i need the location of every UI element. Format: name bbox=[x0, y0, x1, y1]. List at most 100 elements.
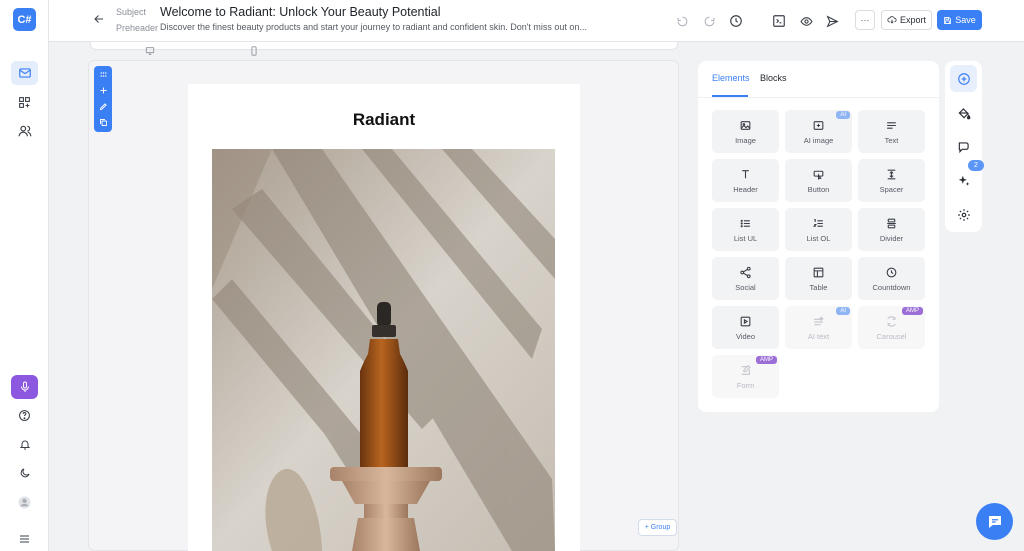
tab-blocks[interactable]: Blocks bbox=[760, 73, 787, 83]
export-button[interactable]: Export bbox=[881, 10, 932, 30]
podcast-icon[interactable] bbox=[11, 375, 38, 399]
header-icon bbox=[739, 168, 752, 181]
tile-label: AI text bbox=[807, 331, 830, 341]
email-title[interactable]: Radiant bbox=[188, 110, 580, 130]
avatar[interactable] bbox=[11, 490, 38, 514]
cloud-download-icon bbox=[887, 15, 897, 25]
divider-icon bbox=[885, 217, 898, 230]
block-toolbar bbox=[94, 66, 112, 132]
chat-icon[interactable] bbox=[950, 133, 977, 160]
tile-label: Video bbox=[735, 331, 756, 341]
send-icon[interactable] bbox=[822, 11, 842, 31]
grid-add-icon[interactable] bbox=[11, 90, 38, 114]
element-tile-table[interactable]: Table bbox=[785, 257, 852, 300]
save-button[interactable]: Save bbox=[937, 10, 982, 30]
element-tile-image[interactable]: Image bbox=[712, 110, 779, 153]
history-icon[interactable] bbox=[726, 11, 746, 31]
left-sidebar: C# bbox=[0, 0, 49, 551]
notification-badge: 2 bbox=[968, 160, 984, 171]
users-icon[interactable] bbox=[11, 119, 38, 143]
right-rail bbox=[945, 61, 982, 232]
sparkle-icon[interactable] bbox=[950, 167, 977, 194]
bell-icon[interactable] bbox=[11, 432, 38, 456]
element-tile-list-ul[interactable]: List UL bbox=[712, 208, 779, 251]
duplicate-icon[interactable] bbox=[94, 114, 112, 130]
element-tile-carousel[interactable]: Carousel AMP bbox=[858, 306, 925, 349]
tile-label: Countdown bbox=[872, 282, 911, 292]
ai-image-icon bbox=[812, 119, 825, 132]
subject-input[interactable]: Welcome to Radiant: Unlock Your Beauty P… bbox=[160, 5, 441, 19]
element-tile-list-ol[interactable]: List OL bbox=[785, 208, 852, 251]
amp-badge: AMP bbox=[901, 307, 923, 315]
tile-label: Social bbox=[735, 282, 756, 292]
redo-icon[interactable] bbox=[699, 11, 719, 31]
preheader-label: Preheader bbox=[116, 23, 159, 33]
drag-handle-icon[interactable] bbox=[94, 66, 112, 82]
video-icon bbox=[739, 315, 752, 328]
tile-label: AI image bbox=[803, 135, 834, 145]
element-tile-header[interactable]: Header bbox=[712, 159, 779, 202]
undo-icon[interactable] bbox=[672, 11, 692, 31]
code-icon[interactable] bbox=[769, 11, 789, 31]
tile-label: Image bbox=[735, 135, 756, 145]
carousel-icon bbox=[885, 315, 898, 328]
plus-circle-icon[interactable] bbox=[950, 65, 977, 92]
subject-label: Subject bbox=[116, 7, 147, 17]
amp-badge: AMP bbox=[755, 356, 777, 364]
back-arrow-icon[interactable] bbox=[93, 13, 105, 25]
element-tile-social[interactable]: Social bbox=[712, 257, 779, 300]
tile-label: Button bbox=[807, 184, 830, 194]
add-block-icon[interactable] bbox=[94, 82, 112, 98]
list-ol-icon bbox=[812, 217, 825, 230]
top-header: Subject Preheader Welcome to Radiant: Un… bbox=[49, 0, 1024, 42]
element-tile-divider[interactable]: Divider bbox=[858, 208, 925, 251]
element-tile-spacer[interactable]: Spacer bbox=[858, 159, 925, 202]
tile-label: List UL bbox=[733, 233, 758, 243]
export-label: Export bbox=[899, 15, 926, 25]
image-icon bbox=[739, 119, 752, 132]
app-logo[interactable]: C# bbox=[13, 8, 36, 31]
preheader-input[interactable]: Discover the finest beauty products and … bbox=[160, 22, 590, 32]
form-icon bbox=[739, 364, 752, 377]
ai-badge: AI bbox=[836, 307, 850, 315]
paint-bucket-icon[interactable] bbox=[950, 99, 977, 126]
spacer-icon bbox=[885, 168, 898, 181]
table-icon bbox=[812, 266, 825, 279]
save-label: Save bbox=[955, 15, 976, 25]
tile-label: Spacer bbox=[879, 184, 904, 194]
text-icon bbox=[885, 119, 898, 132]
hero-image[interactable] bbox=[212, 149, 555, 551]
menu-icon[interactable] bbox=[11, 527, 38, 551]
moon-icon[interactable] bbox=[11, 461, 38, 485]
desktop-view-icon[interactable] bbox=[145, 46, 155, 56]
ai-text-icon bbox=[812, 315, 825, 328]
support-chat-button[interactable] bbox=[976, 503, 1013, 540]
mobile-view-icon[interactable] bbox=[249, 46, 259, 56]
tile-label: Form bbox=[736, 380, 755, 390]
element-tile-countdown[interactable]: Countdown bbox=[858, 257, 925, 300]
group-button[interactable]: + Group bbox=[638, 519, 677, 536]
gear-icon[interactable] bbox=[950, 201, 977, 228]
element-tile-text[interactable]: Text bbox=[858, 110, 925, 153]
logo-text: C# bbox=[17, 13, 32, 26]
button-icon bbox=[812, 168, 825, 181]
clock-icon bbox=[885, 266, 898, 279]
eye-icon[interactable] bbox=[796, 11, 816, 31]
more-button[interactable]: ··· bbox=[855, 10, 875, 30]
element-tile-form[interactable]: Form AMP bbox=[712, 355, 779, 398]
tile-label: Text bbox=[884, 135, 899, 145]
more-label: ··· bbox=[860, 14, 870, 25]
edit-pencil-icon[interactable] bbox=[94, 98, 112, 114]
element-tile-ai-image[interactable]: AI image AI bbox=[785, 110, 852, 153]
element-tile-video[interactable]: Video bbox=[712, 306, 779, 349]
help-icon[interactable] bbox=[11, 403, 38, 427]
save-icon bbox=[943, 16, 952, 25]
tile-label: Table bbox=[809, 282, 828, 292]
element-tile-button[interactable]: Button bbox=[785, 159, 852, 202]
mail-icon[interactable] bbox=[11, 61, 38, 85]
tab-elements[interactable]: Elements bbox=[712, 73, 750, 83]
element-tile-ai-text[interactable]: AI text AI bbox=[785, 306, 852, 349]
share-icon bbox=[739, 266, 752, 279]
tile-label: Carousel bbox=[876, 331, 907, 341]
list-ul-icon bbox=[739, 217, 752, 230]
